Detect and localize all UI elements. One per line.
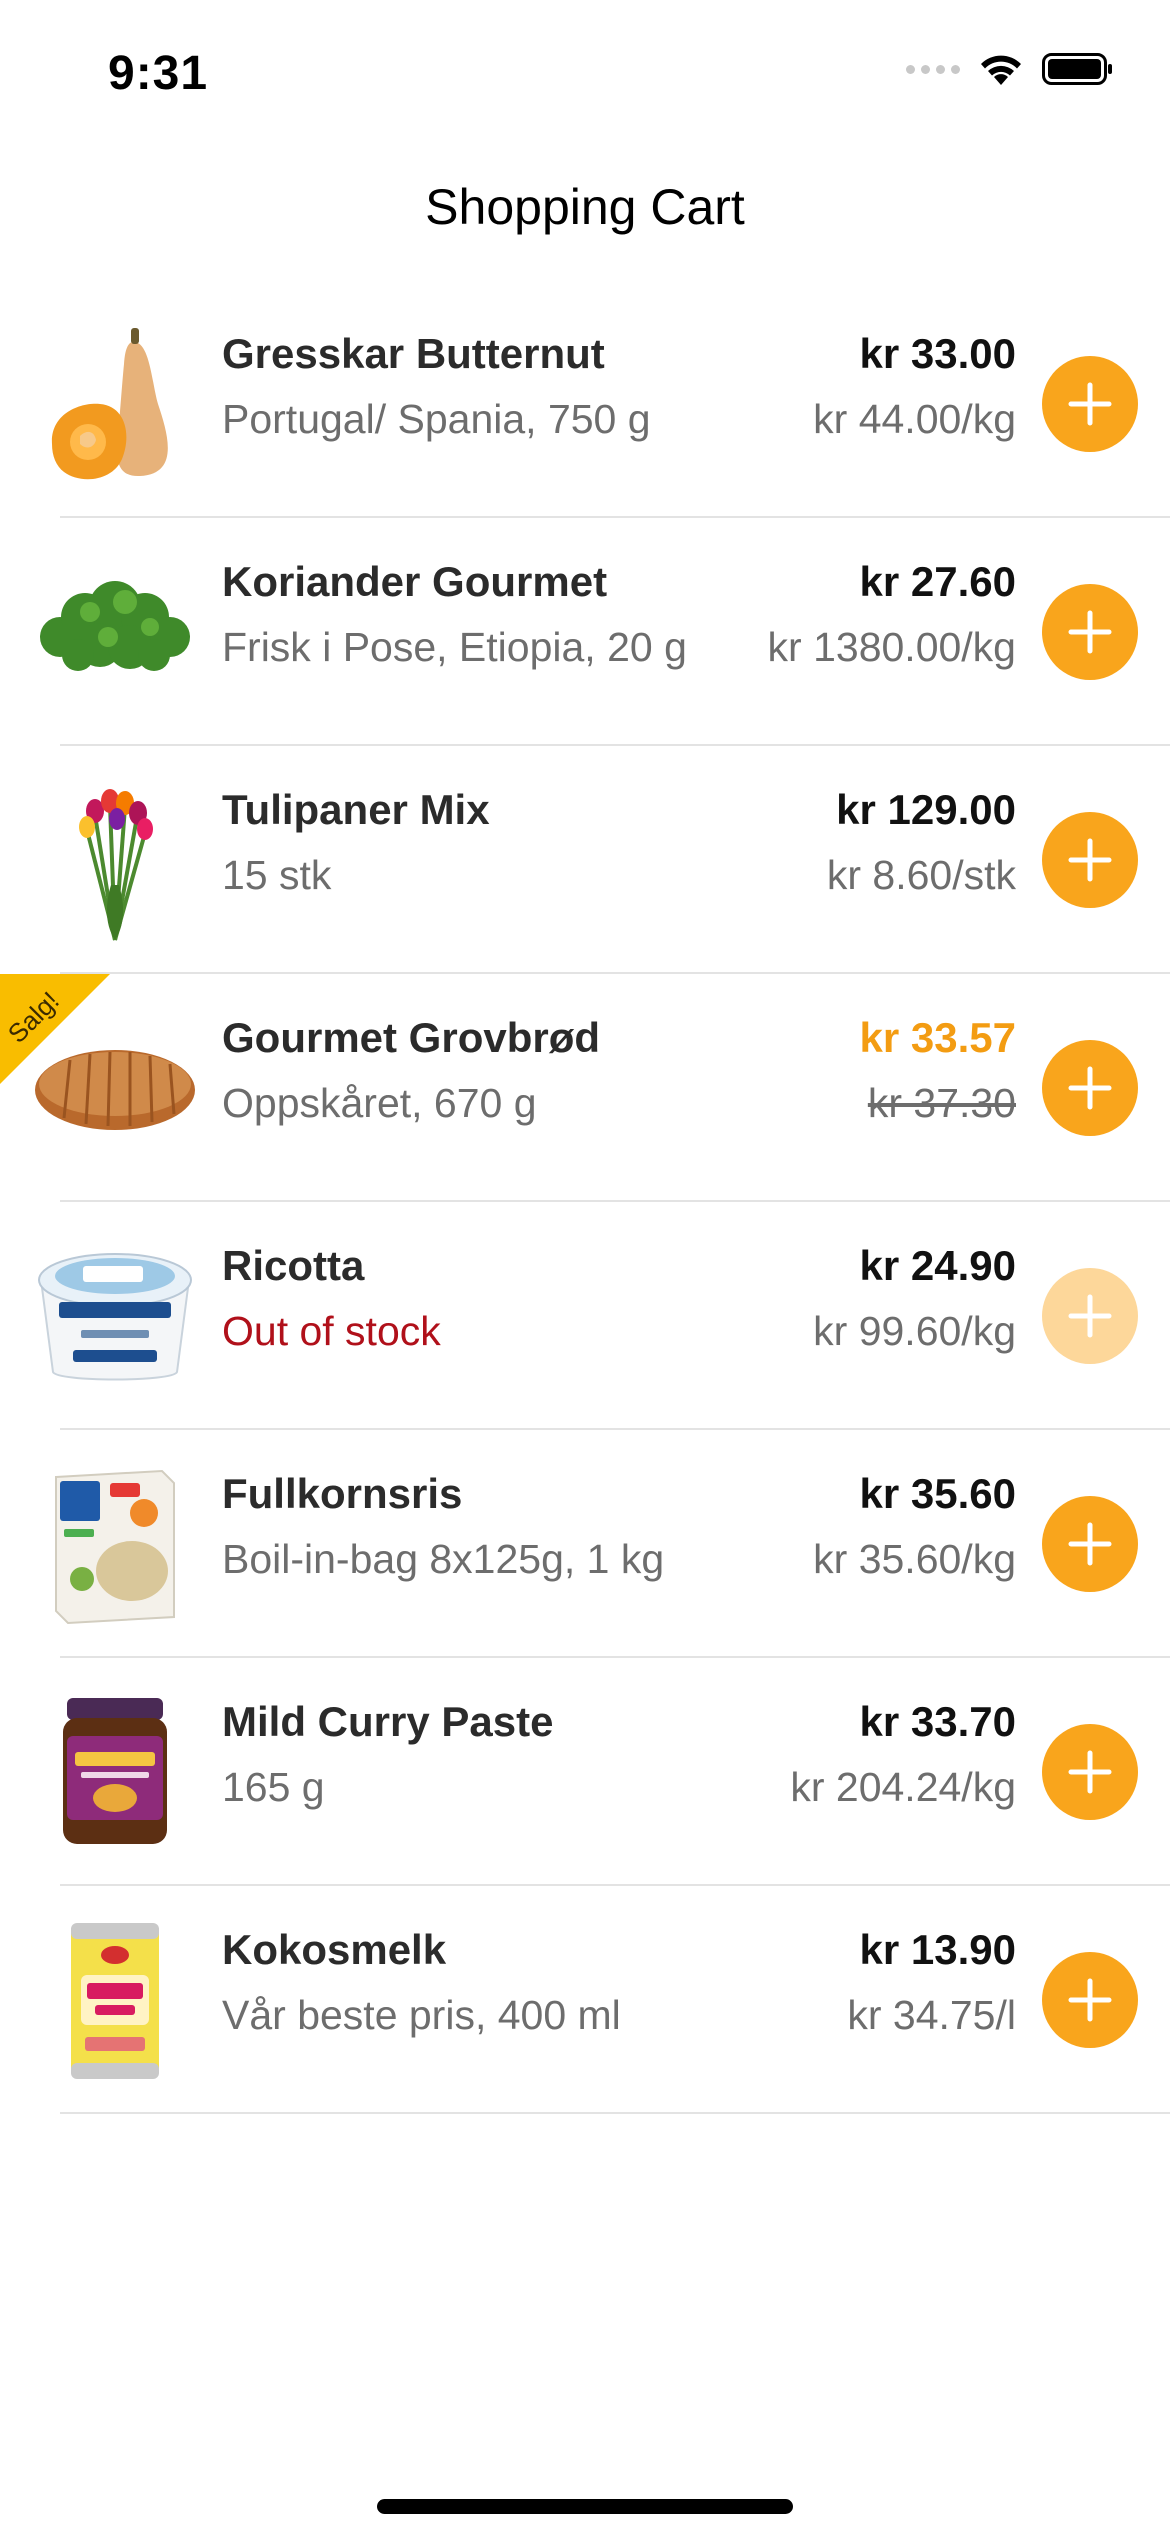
rice-box-icon: [55, 1469, 175, 1625]
product-image: [30, 319, 200, 489]
butternut-squash-icon: [51, 328, 168, 480]
ricotta-tub-icon: [38, 1253, 192, 1381]
product-subtitle: Boil-in-bag 8x125g, 1 kg: [222, 1536, 665, 1582]
product-subtitle: 165 g: [222, 1764, 325, 1810]
add-button[interactable]: [1042, 1040, 1138, 1136]
add-button[interactable]: [1042, 1496, 1138, 1592]
product-name: Gresskar Butternut: [222, 330, 605, 377]
product-name: Tulipaner Mix: [222, 786, 490, 833]
cart-item[interactable]: Kokosmelk Vår beste pris, 400 ml kr 13.9…: [0, 1886, 1170, 2114]
tulips-icon: [79, 789, 153, 941]
status-bar: 9:31: [0, 0, 1170, 150]
product-image: [30, 775, 200, 945]
plus-icon: [1068, 382, 1112, 426]
status-icons: [906, 52, 1114, 86]
product-price: kr 13.90: [859, 1926, 1016, 1973]
product-unit-price: kr 44.00/kg: [813, 396, 1016, 442]
product-price: kr 129.00: [836, 786, 1016, 833]
product-subtitle: Portugal/ Spania, 750 g: [222, 396, 651, 442]
product-name: Gourmet Grovbrød: [222, 1014, 601, 1061]
product-image: [30, 1459, 200, 1629]
bread-icon: [35, 1050, 195, 1130]
cart-item[interactable]: Salg! Gourmet Grovbrød Oppskåret, 670 g …: [0, 974, 1170, 1202]
page-title: Shopping Cart: [425, 179, 745, 235]
plus-icon: [1068, 1978, 1112, 2022]
plus-icon: [1068, 1522, 1112, 1566]
product-unit-price: kr 8.60/stk: [826, 852, 1016, 898]
product-subtitle: 15 stk: [222, 852, 332, 898]
add-button[interactable]: [1042, 1952, 1138, 2048]
cellular-signal-icon: [906, 64, 960, 74]
product-subtitle: Vår beste pris, 400 ml: [222, 1992, 621, 2038]
add-button[interactable]: [1042, 356, 1138, 452]
product-image: [30, 1231, 200, 1401]
add-button-disabled[interactable]: [1042, 1268, 1138, 1364]
product-name: Kokosmelk: [222, 1926, 447, 1973]
cart-item[interactable]: Ricotta Out of stock kr 24.90 kr 99.60/k…: [0, 1202, 1170, 1430]
cart-item[interactable]: Fullkornsris Boil-in-bag 8x125g, 1 kg kr…: [0, 1430, 1170, 1658]
cart-item[interactable]: Koriander Gourmet Frisk i Pose, Etiopia,…: [0, 518, 1170, 746]
product-image: [30, 547, 200, 717]
wifi-icon: [981, 55, 1021, 85]
product-price: kr 33.00: [859, 330, 1016, 377]
plus-icon: [1068, 1066, 1112, 1110]
battery-icon: [1042, 53, 1112, 85]
product-image: [30, 1915, 200, 2085]
add-button[interactable]: [1042, 584, 1138, 680]
product-subtitle: Oppskåret, 670 g: [222, 1080, 537, 1126]
coriander-icon: [40, 581, 190, 671]
sale-price: kr 33.57: [859, 1014, 1016, 1061]
product-name: Mild Curry Paste: [222, 1698, 554, 1745]
product-unit-price: kr 35.60/kg: [813, 1536, 1016, 1582]
product-price: kr 33.70: [859, 1698, 1016, 1745]
out-of-stock-label: Out of stock: [222, 1308, 441, 1354]
product-unit-price: kr 34.75/l: [847, 1992, 1016, 2038]
product-subtitle: Frisk i Pose, Etiopia, 20 g: [222, 624, 687, 670]
add-button[interactable]: [1042, 1724, 1138, 1820]
plus-icon: [1068, 838, 1112, 882]
product-price: kr 24.90: [859, 1242, 1016, 1289]
plus-icon: [1068, 1294, 1112, 1338]
plus-icon: [1068, 1750, 1112, 1794]
coconut-milk-can-icon: [71, 1923, 159, 2079]
product-image: [30, 1003, 200, 1173]
cart-item[interactable]: Gresskar Butternut Portugal/ Spania, 750…: [0, 290, 1170, 518]
product-name: Fullkornsris: [222, 1470, 463, 1517]
product-unit-price: kr 1380.00/kg: [767, 624, 1016, 670]
cart-list: Gresskar Butternut Portugal/ Spania, 750…: [0, 290, 1170, 2114]
plus-icon: [1068, 610, 1112, 654]
product-name: Koriander Gourmet: [222, 558, 608, 605]
status-time: 9:31: [108, 47, 209, 100]
product-price: kr 35.60: [859, 1470, 1016, 1517]
original-price: kr 37.30: [867, 1080, 1016, 1126]
cart-item[interactable]: Mild Curry Paste 165 g kr 33.70 kr 204.2…: [0, 1658, 1170, 1886]
add-button[interactable]: [1042, 812, 1138, 908]
product-name: Ricotta: [222, 1242, 365, 1289]
product-price: kr 27.60: [859, 558, 1016, 605]
product-unit-price: kr 204.24/kg: [790, 1764, 1016, 1810]
product-image: [30, 1687, 200, 1857]
product-unit-price: kr 99.60/kg: [813, 1308, 1016, 1354]
divider: [60, 2112, 1170, 2114]
curry-jar-icon: [63, 1698, 167, 1844]
cart-item[interactable]: Tulipaner Mix 15 stk kr 129.00 kr 8.60/s…: [0, 746, 1170, 974]
home-indicator[interactable]: [377, 2499, 793, 2514]
